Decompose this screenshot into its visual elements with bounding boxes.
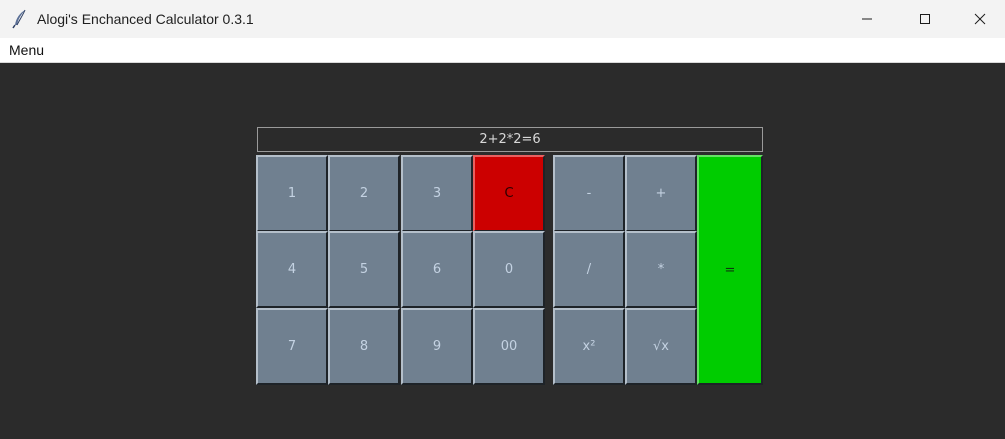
equals-button[interactable]: = (697, 155, 763, 385)
feather-icon (11, 9, 29, 29)
window-title: Alogi's Enchanced Calculator 0.3.1 (37, 11, 254, 27)
close-button[interactable] (954, 0, 1005, 38)
key-2[interactable]: 2 (328, 155, 400, 232)
minus-button[interactable]: - (553, 155, 625, 232)
square-button[interactable]: x² (553, 308, 625, 385)
key-9[interactable]: 9 (401, 308, 473, 385)
title-bar: Alogi's Enchanced Calculator 0.3.1 (0, 0, 1005, 38)
square-root-button[interactable]: √x (625, 308, 697, 385)
close-icon (974, 13, 986, 25)
key-4[interactable]: 4 (256, 231, 328, 308)
key-3[interactable]: 3 (401, 155, 473, 232)
key-00[interactable]: 00 (473, 308, 545, 385)
plus-button[interactable]: + (625, 155, 697, 232)
clear-button[interactable]: C (473, 155, 545, 232)
minimize-button[interactable] (838, 0, 896, 38)
maximize-button[interactable] (896, 0, 954, 38)
calculator-display: 2+2*2=6 (257, 127, 763, 152)
minimize-icon (861, 13, 873, 25)
multiply-button[interactable]: * (625, 231, 697, 308)
menu-bar: Menu (0, 38, 1005, 63)
key-8[interactable]: 8 (328, 308, 400, 385)
maximize-icon (919, 13, 931, 25)
key-5[interactable]: 5 (328, 231, 400, 308)
divide-button[interactable]: / (553, 231, 625, 308)
key-0[interactable]: 0 (473, 231, 545, 308)
key-1[interactable]: 1 (256, 155, 328, 232)
key-7[interactable]: 7 (256, 308, 328, 385)
key-6[interactable]: 6 (401, 231, 473, 308)
menu-item-menu[interactable]: Menu (9, 38, 44, 62)
